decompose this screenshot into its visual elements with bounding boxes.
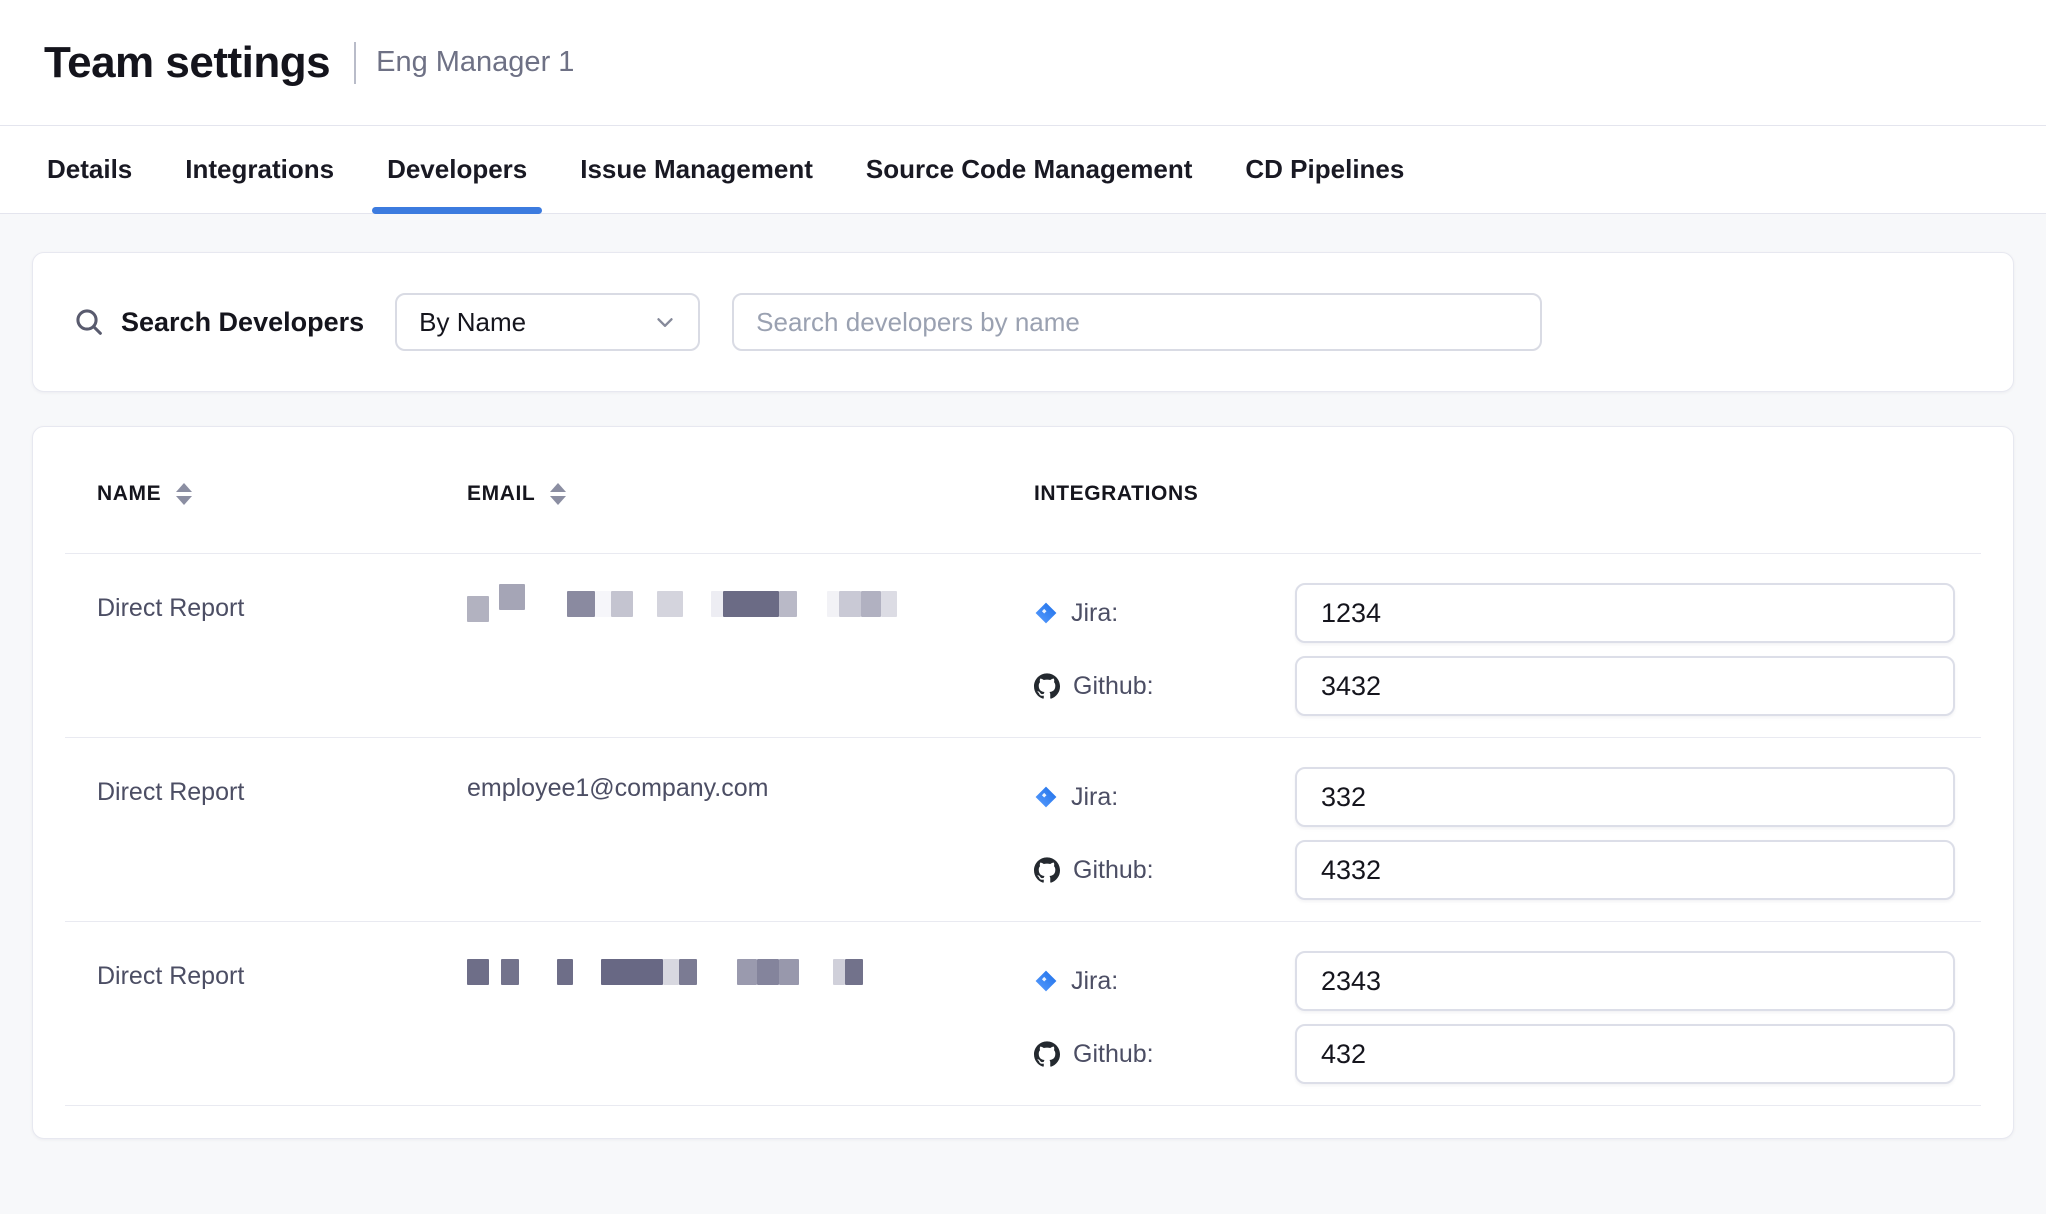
github-id-input[interactable]: [1295, 656, 1955, 716]
tab-source-code-management[interactable]: Source Code Management: [851, 126, 1208, 213]
github-id-input[interactable]: [1295, 1024, 1955, 1084]
table-header-row: NAME EMAIL INTEGRATIONS: [65, 427, 1981, 554]
developer-name: Direct Report: [65, 554, 435, 737]
redacted-email: [467, 586, 1034, 622]
search-developers-label: Search Developers: [121, 307, 364, 338]
developer-email: [435, 554, 1034, 737]
page-header: Team settings Eng Manager 1: [0, 0, 2046, 126]
table-row: Direct Report employee1@company.com Jira…: [65, 738, 1981, 922]
search-filter-select[interactable]: By Name: [395, 293, 700, 351]
column-name-label: NAME: [97, 482, 161, 506]
github-icon: [1034, 673, 1060, 699]
github-field-label: Github:: [1034, 1040, 1295, 1069]
page-title: Team settings: [44, 38, 330, 88]
jira-field-label: Jira:: [1034, 599, 1295, 628]
column-integrations-label: INTEGRATIONS: [1034, 482, 1198, 506]
jira-field-label: Jira:: [1034, 967, 1295, 996]
tab-developers[interactable]: Developers: [372, 126, 542, 213]
column-email-label: EMAIL: [467, 482, 535, 506]
tab-issue-management[interactable]: Issue Management: [565, 126, 828, 213]
jira-icon: [1034, 969, 1058, 993]
developers-table: NAME EMAIL INTEGRATIONS Direct Report: [32, 426, 2014, 1139]
sort-name-icon[interactable]: [176, 483, 192, 505]
jira-icon: [1034, 601, 1058, 625]
tab-integrations[interactable]: Integrations: [170, 126, 349, 213]
tab-details[interactable]: Details: [32, 126, 147, 213]
developer-name: Direct Report: [65, 922, 435, 1105]
sort-email-icon[interactable]: [550, 483, 566, 505]
developer-email: [435, 922, 1034, 1105]
title-divider: [354, 42, 356, 84]
jira-id-input[interactable]: [1295, 767, 1955, 827]
developers-panel: Search Developers By Name NAME EMAIL INT…: [0, 214, 2046, 1139]
developer-name: Direct Report: [65, 738, 435, 921]
tab-cd-pipelines[interactable]: CD Pipelines: [1230, 126, 1419, 213]
search-icon: [73, 306, 105, 338]
team-name: Eng Manager 1: [376, 46, 574, 79]
github-icon: [1034, 857, 1060, 883]
integrations-cell: Jira: Github:: [1034, 554, 1981, 737]
developer-email: employee1@company.com: [435, 738, 1034, 921]
jira-field-label: Jira:: [1034, 783, 1295, 812]
integrations-cell: Jira: Github:: [1034, 922, 1981, 1105]
github-id-input[interactable]: [1295, 840, 1955, 900]
tab-bar: Details Integrations Developers Issue Ma…: [0, 126, 2046, 214]
redacted-email: [467, 954, 1034, 990]
github-field-label: Github:: [1034, 856, 1295, 885]
integrations-cell: Jira: Github:: [1034, 738, 1981, 921]
search-card: Search Developers By Name: [32, 252, 2014, 392]
github-field-label: Github:: [1034, 672, 1295, 701]
jira-id-input[interactable]: [1295, 583, 1955, 643]
table-row: Direct Report: [65, 554, 1981, 738]
jira-icon: [1034, 785, 1058, 809]
search-filter-value: By Name: [419, 307, 652, 338]
table-row: Direct Report: [65, 922, 1981, 1106]
chevron-down-icon: [652, 309, 678, 335]
jira-id-input[interactable]: [1295, 951, 1955, 1011]
search-input[interactable]: [732, 293, 1542, 351]
github-icon: [1034, 1041, 1060, 1067]
